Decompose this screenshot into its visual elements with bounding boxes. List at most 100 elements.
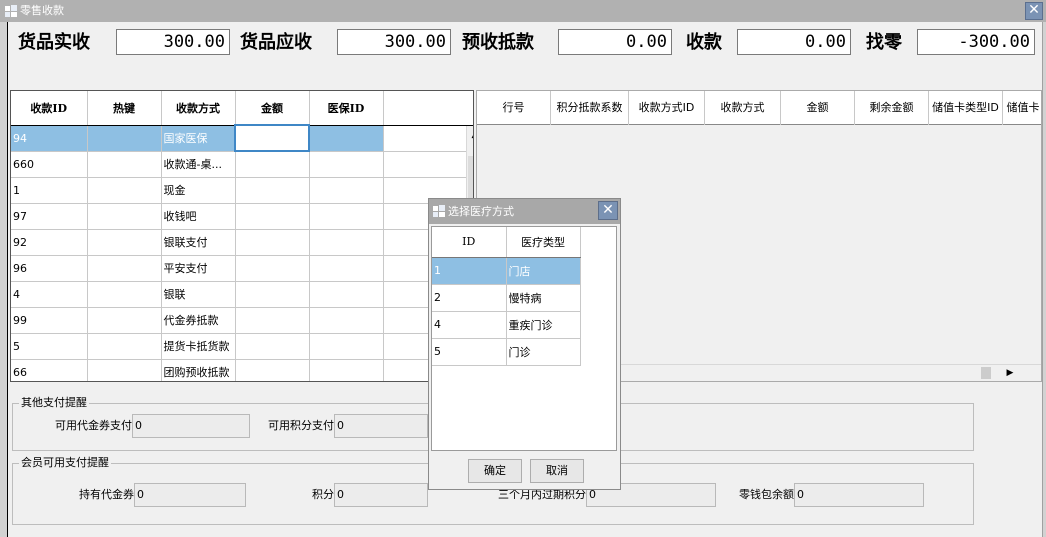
col-header-insurance-id[interactable]: 医保ID [309,91,384,126]
col-header-medical-type[interactable]: 医疗类型 [506,227,581,258]
insurance-id-cell[interactable] [309,333,384,360]
col-header-hotkey[interactable]: 热键 [87,91,162,126]
col-header-stored-card[interactable]: 储值卡 [1003,91,1041,125]
hotkey-cell[interactable] [87,125,162,152]
payment-id-cell[interactable]: 5 [11,333,88,360]
payment-method-row[interactable]: 97 收钱吧 [11,203,473,230]
cancel-button[interactable]: 取消 [530,459,584,483]
payment-id-cell[interactable]: 94 [11,125,88,152]
insurance-id-cell[interactable] [309,359,384,381]
payment-method-row[interactable]: 5 提货卡抵货款 [11,333,473,360]
method-cell[interactable]: 银联支付 [161,229,236,256]
insurance-id-cell[interactable] [309,151,384,178]
amount-cell[interactable] [235,203,310,230]
hotkey-cell[interactable] [87,255,162,282]
amount-cell[interactable] [235,255,310,282]
amount-cell[interactable] [235,281,310,308]
method-cell[interactable]: 现金 [161,177,236,204]
medical-type-name-cell[interactable]: 重疾门诊 [506,311,581,339]
col-header-method[interactable]: 收款方式 [161,91,236,126]
col-header-amount[interactable]: 金额 [235,91,310,126]
medical-type-row[interactable]: 1 门店 [432,257,616,285]
insurance-id-cell[interactable] [309,281,384,308]
points-available-field[interactable]: 0 [334,414,428,438]
payment-methods-grid[interactable]: 收款ID 热键 收款方式 金额 医保ID 94 国家医保 660 收款通-桌... 1 现… [10,90,474,382]
payment-method-row[interactable]: 96 平安支付 [11,255,473,282]
total-received-field[interactable]: 300.00 [116,29,230,55]
hotkey-cell[interactable] [87,307,162,334]
medical-type-id-cell[interactable]: 2 [432,284,507,312]
wallet-balance-field[interactable]: 0 [794,483,924,507]
dialog-close-button[interactable]: ✕ [598,201,618,220]
payment-id-cell[interactable]: 99 [11,307,88,334]
payment-method-row[interactable]: 4 银联 [11,281,473,308]
amount-cell[interactable] [235,229,310,256]
scroll-right-icon[interactable]: ▶ [1003,366,1017,380]
held-voucher-field[interactable]: 0 [134,483,246,507]
col-header-payment-id[interactable]: 收款ID [11,91,88,126]
hotkey-cell[interactable] [87,151,162,178]
col-header-method-id[interactable]: 收款方式ID [629,91,705,125]
insurance-id-cell[interactable] [309,229,384,256]
payment-field[interactable]: 0.00 [737,29,851,55]
amount-cell[interactable] [235,359,310,381]
col-header-points-ratio[interactable]: 积分抵款系数 [551,91,629,125]
payment-method-row[interactable]: 660 收款通-桌... [11,151,473,178]
amount-cell[interactable] [235,333,310,360]
medical-type-name-cell[interactable]: 门店 [506,257,581,285]
payment-method-row[interactable]: 99 代金券抵款 [11,307,473,334]
medical-type-id-cell[interactable]: 4 [432,311,507,339]
medical-type-row[interactable]: 2 慢特病 [432,284,616,312]
col-header-line-no[interactable]: 行号 [477,91,551,125]
method-cell[interactable]: 银联 [161,281,236,308]
insurance-id-cell[interactable] [309,125,384,152]
change-field[interactable]: -300.00 [917,29,1035,55]
payment-id-cell[interactable]: 66 [11,359,88,381]
medical-type-id-cell[interactable]: 5 [432,338,507,366]
voucher-available-field[interactable]: 0 [132,414,250,438]
col-header-card-type-id[interactable]: 储值卡类型ID [929,91,1003,125]
prepaid-offset-field[interactable]: 0.00 [558,29,672,55]
hotkey-cell[interactable] [87,177,162,204]
amount-cell[interactable] [235,151,310,178]
medical-type-grid[interactable]: ID 医疗类型 1 门店 2 慢特病 4 重疾门诊 5 门诊 [431,226,617,451]
medical-type-name-cell[interactable]: 慢特病 [506,284,581,312]
payment-method-row[interactable]: 94 国家医保 [11,124,473,152]
payment-id-cell[interactable]: 4 [11,281,88,308]
method-cell[interactable]: 提货卡抵货款 [161,333,236,360]
hotkey-cell[interactable] [87,281,162,308]
hotkey-cell[interactable] [87,203,162,230]
medical-type-id-cell[interactable]: 1 [432,257,507,285]
member-points-field[interactable]: 0 [334,483,428,507]
amount-cell[interactable] [235,177,310,204]
insurance-id-cell[interactable] [309,177,384,204]
payment-id-cell[interactable]: 1 [11,177,88,204]
hotkey-cell[interactable] [87,333,162,360]
hotkey-cell[interactable] [87,229,162,256]
method-cell[interactable]: 平安支付 [161,255,236,282]
col-header-amount[interactable]: 金额 [781,91,855,125]
col-header-id[interactable]: ID [432,227,507,258]
payment-id-cell[interactable]: 96 [11,255,88,282]
payment-id-cell[interactable]: 660 [11,151,88,178]
method-cell[interactable]: 代金券抵款 [161,307,236,334]
scrollbar-thumb[interactable] [981,367,991,379]
method-cell[interactable]: 团购预收抵款 [161,359,236,381]
payment-id-cell[interactable]: 92 [11,229,88,256]
scroll-up-icon[interactable]: ▲ [468,128,473,142]
col-header-method[interactable]: 收款方式 [705,91,781,125]
confirm-button[interactable]: 确定 [468,459,522,483]
medical-type-name-cell[interactable]: 门诊 [506,338,581,366]
medical-type-row[interactable]: 5 门诊 [432,338,616,366]
amount-cell[interactable] [234,124,310,152]
payment-method-row[interactable]: 1 现金 [11,177,473,204]
insurance-id-cell[interactable] [309,255,384,282]
payment-method-row[interactable]: 92 银联支付 [11,229,473,256]
insurance-id-cell[interactable] [309,307,384,334]
method-cell[interactable]: 收钱吧 [161,203,236,230]
method-cell[interactable]: 国家医保 [161,125,236,152]
payment-id-cell[interactable]: 97 [11,203,88,230]
medical-type-row[interactable]: 4 重疾门诊 [432,311,616,339]
hotkey-cell[interactable] [87,359,162,381]
method-cell[interactable]: 收款通-桌... [161,151,236,178]
